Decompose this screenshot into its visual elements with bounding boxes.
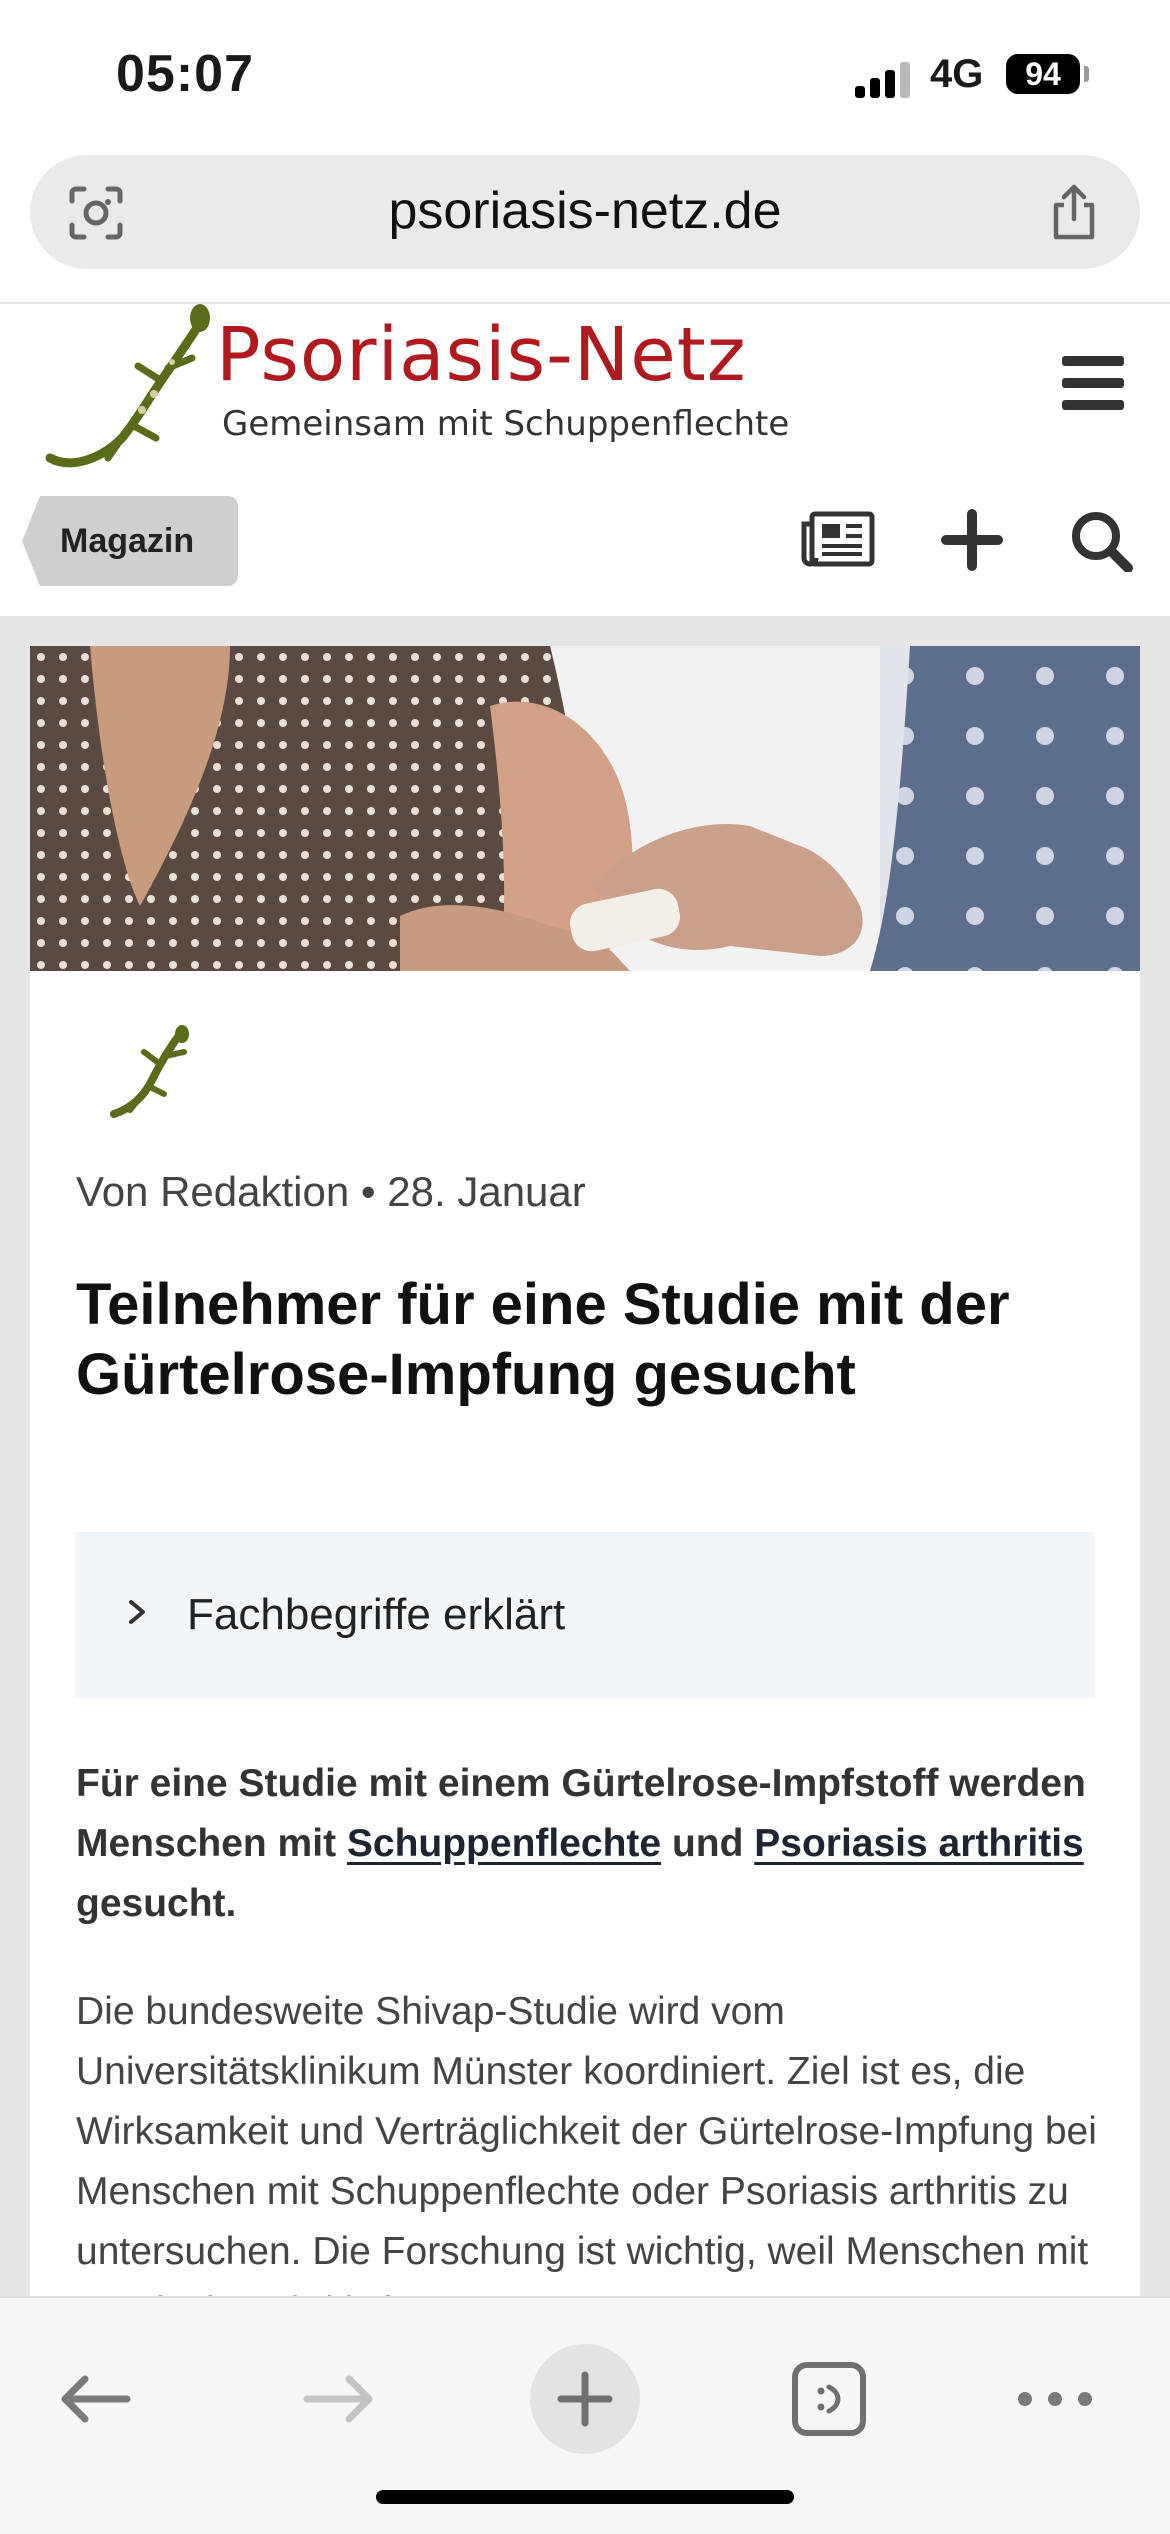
new-tab-button[interactable] [530,2344,640,2454]
chevron-right-icon [129,1600,145,1624]
link-schuppenflechte[interactable]: Schuppenflechte [347,1822,661,1865]
site-tagline: Gemeinsam mit Schuppenflechte [222,404,790,444]
forward-icon [303,2375,373,2423]
back-button[interactable] [40,2344,150,2454]
hamburger-icon[interactable] [1062,356,1124,410]
address-bar[interactable]: psoriasis-netz.de [30,155,1140,269]
lizard-logo-icon[interactable] [42,298,210,474]
status-bar: 05:07 4G 94 [0,0,1170,150]
battery-icon: 94 [1006,54,1080,94]
byline: Von Redaktion • 28. Januar [76,1168,586,1216]
article-title: Teilnehmer für eine Studie mit der Gürte… [76,1272,1010,1407]
publish-date: 28. Januar [387,1168,586,1215]
search-icon[interactable] [1066,508,1142,572]
new-tab-icon [557,2371,613,2427]
status-time: 05:07 [116,45,254,103]
home-indicator[interactable] [376,2490,794,2504]
article-card: Von Redaktion • 28. Januar Teilnehmer fü… [30,646,1140,2296]
article-body: Die bundesweite Shivap-Studie wird vom U… [76,1990,1097,2296]
plus-icon[interactable] [934,508,1010,572]
glossary-toggle[interactable]: Fachbegriffe erklärt [75,1532,1095,1698]
more-icon [1018,2392,1092,2406]
share-icon[interactable] [1044,183,1104,243]
author-avatar[interactable] [104,1022,194,1122]
url-text[interactable]: psoriasis-netz.de [30,181,1140,241]
back-icon [61,2375,131,2423]
forward-button[interactable] [284,2344,394,2454]
byline-separator: • [360,1168,376,1215]
glossary-label: Fachbegriffe erklärt [187,1590,566,1639]
lead-text-2: und [661,1822,755,1865]
hero-image[interactable] [30,646,1140,971]
magazin-label: Magazin [60,522,195,560]
more-button[interactable] [1000,2344,1110,2454]
article-lead: Für eine Studie mit einem Gürtelrose-Imp… [76,1754,1106,1934]
signal-icon [855,58,915,98]
battery-cap [1084,66,1089,82]
site-title[interactable]: Psoriasis-Netz [216,312,747,398]
tabs-icon [792,2362,866,2436]
newspaper-icon[interactable] [800,508,876,572]
lead-text-3: gesucht. [76,1882,237,1925]
network-label: 4G [930,52,984,96]
author-name[interactable]: Von Redaktion [76,1168,349,1215]
link-psoriasis-arthritis[interactable]: Psoriasis arthritis [754,1822,1083,1865]
magazin-tag[interactable]: Magazin [22,496,238,586]
tabs-button[interactable] [774,2344,884,2454]
